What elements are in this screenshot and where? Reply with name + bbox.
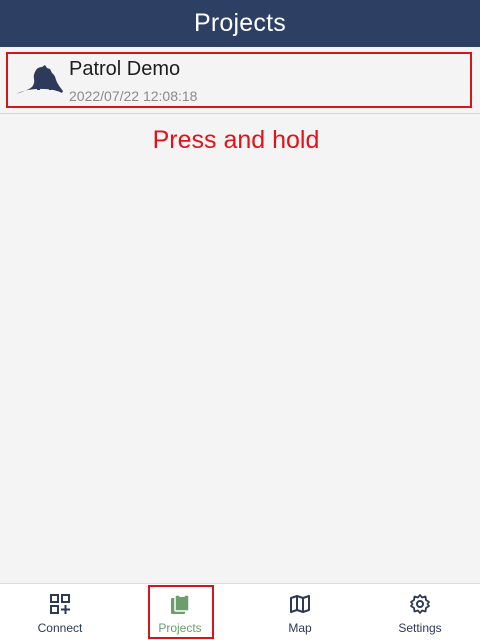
app-header: Projects <box>0 0 480 47</box>
qr-add-icon <box>50 594 70 614</box>
tab-map-label: Map <box>288 621 312 635</box>
tab-map[interactable]: Map <box>240 584 360 640</box>
gear-icon <box>410 594 430 614</box>
tab-settings[interactable]: Settings <box>360 584 480 640</box>
highlight-box <box>6 52 472 108</box>
highlight-box-tab <box>148 585 214 639</box>
tab-settings-label: Settings <box>398 621 442 635</box>
tab-connect-label: Connect <box>37 621 83 635</box>
bottom-tab-bar: Connect Projects Map Settings <box>0 583 480 640</box>
page-title: Projects <box>194 9 286 37</box>
tab-connect[interactable]: Connect <box>0 584 120 640</box>
annotation-text: Press and hold <box>152 126 320 154</box>
map-icon <box>290 595 310 613</box>
project-list-item[interactable]: Patrol Demo 2022/07/22 12:08:18 <box>0 48 480 114</box>
